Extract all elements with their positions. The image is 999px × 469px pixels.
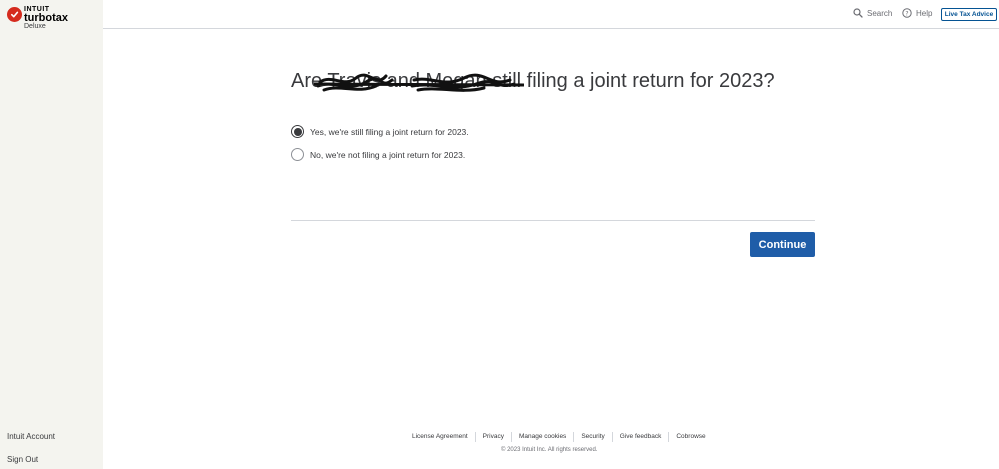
footer-links: License Agreement Privacy Manage cookies… <box>405 432 713 442</box>
help-button[interactable]: ? Help <box>902 8 932 18</box>
intuit-account-link[interactable]: Intuit Account <box>7 432 55 441</box>
footer-link-privacy[interactable]: Privacy <box>474 432 511 442</box>
sign-out-link[interactable]: Sign Out <box>7 455 38 464</box>
top-bar: Search ? Help Live Tax Advice <box>103 0 999 29</box>
search-icon <box>853 8 863 18</box>
option-yes[interactable]: Yes, we're still filing a joint return f… <box>291 125 469 138</box>
option-no-label: No, we're not filing a joint return for … <box>310 149 466 160</box>
continue-button[interactable]: Continue <box>750 232 815 257</box>
question-heading: Are Travis and Megan still filing a join… <box>291 70 775 92</box>
checkmark-logo-icon <box>7 7 22 22</box>
search-button[interactable]: Search <box>853 8 892 18</box>
footer-link-feedback[interactable]: Give feedback <box>611 432 669 442</box>
product-edition: Deluxe <box>24 23 46 30</box>
option-yes-label: Yes, we're still filing a joint return f… <box>310 126 469 137</box>
turbotax-logo[interactable]: INTUIT turbotax <box>7 6 68 24</box>
live-tax-advice-button[interactable]: Live Tax Advice <box>941 8 997 21</box>
help-icon: ? <box>902 8 912 18</box>
option-no[interactable]: No, we're not filing a joint return for … <box>291 148 465 161</box>
sidebar: INTUIT turbotax Deluxe Intuit Account Si… <box>0 0 103 469</box>
divider <box>291 220 815 221</box>
svg-text:?: ? <box>905 10 908 17</box>
footer-link-cobrowse[interactable]: Cobrowse <box>668 432 712 442</box>
search-label: Search <box>867 8 893 18</box>
copyright-text: © 2023 Intuit Inc. All rights reserved. <box>501 447 598 453</box>
radio-no[interactable] <box>291 148 304 161</box>
footer-link-security[interactable]: Security <box>573 432 611 442</box>
help-label: Help <box>916 8 933 18</box>
logo-wordmark: INTUIT turbotax <box>24 6 68 24</box>
footer-link-cookies[interactable]: Manage cookies <box>510 432 573 442</box>
radio-yes[interactable] <box>291 125 304 138</box>
footer-link-license[interactable]: License Agreement <box>405 432 475 442</box>
